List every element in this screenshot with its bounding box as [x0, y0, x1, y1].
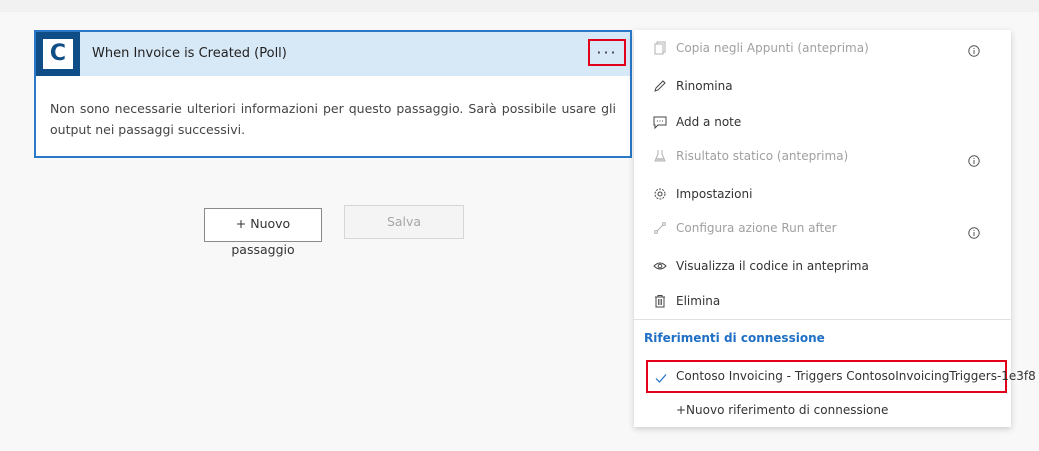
menu-item-label: Add a note	[676, 115, 742, 129]
info-icon[interactable]	[968, 224, 980, 239]
info-icon[interactable]	[968, 42, 980, 57]
menu-item-label: Copia negli Appunti (anteprima)	[676, 41, 869, 55]
flask-icon	[652, 148, 668, 164]
trigger-card[interactable]: C When Invoice is Created (Poll) ··· Non…	[34, 30, 632, 158]
menu-divider	[634, 319, 1011, 320]
menu-item-label: Visualizza il codice in anteprima	[676, 259, 869, 273]
pencil-icon	[652, 78, 668, 94]
eye-icon	[652, 258, 668, 274]
menu-item-label: Risultato statico (anteprima)	[676, 149, 849, 163]
trigger-description: Non sono necessarie ulteriori informazio…	[50, 101, 616, 137]
connection-references-heading: Riferimenti di connessione	[644, 331, 825, 345]
menu-item-add-note[interactable]: Add a note	[634, 108, 1011, 136]
connection-reference-item[interactable]: Contoso Invoicing - Triggers ContosoInvo…	[646, 360, 1036, 393]
save-button: Salva	[344, 205, 464, 239]
trigger-card-header[interactable]: C When Invoice is Created (Poll) ···	[36, 32, 630, 76]
gear-icon	[652, 186, 668, 202]
menu-item-delete[interactable]: Elimina	[634, 287, 1011, 315]
trigger-title[interactable]: When Invoice is Created (Poll)	[92, 46, 287, 61]
new-step-button-label-cont[interactable]: passaggio	[204, 242, 322, 257]
top-strip	[0, 0, 1039, 12]
menu-item-label: Impostazioni	[676, 187, 753, 201]
comment-icon	[652, 114, 668, 130]
copy-icon	[652, 40, 668, 56]
menu-item-label: Elimina	[676, 294, 721, 308]
menu-item-peek-code[interactable]: Visualizza il codice in anteprima	[634, 252, 1011, 280]
menu-item-run-after: Configura azione Run after	[634, 214, 1011, 242]
trash-icon	[652, 293, 668, 309]
menu-item-label: Rinomina	[676, 79, 733, 93]
checkmark-icon	[654, 370, 668, 384]
menu-item-static-result: Risultato statico (anteprima)	[634, 142, 1011, 170]
connection-reference-label: Contoso Invoicing - Triggers ContosoInvo…	[676, 369, 1036, 383]
context-menu: Copia negli Appunti (anteprima) Rinomina…	[634, 30, 1036, 427]
connector-logo-letter: C	[43, 39, 73, 69]
menu-item-copy: Copia negli Appunti (anteprima)	[634, 34, 1011, 62]
more-options-button[interactable]: ···	[588, 39, 626, 66]
menu-item-rename[interactable]: Rinomina	[634, 72, 1011, 100]
menu-item-label: Configura azione Run after	[676, 221, 837, 235]
connector-logo: C	[36, 32, 80, 76]
info-icon[interactable]	[968, 152, 980, 167]
new-step-button[interactable]: + Nuovo	[204, 208, 322, 242]
run-after-icon	[652, 220, 668, 236]
menu-item-settings[interactable]: Impostazioni	[634, 180, 1011, 208]
new-connection-reference-link[interactable]: +Nuovo riferimento di connessione	[676, 403, 888, 417]
